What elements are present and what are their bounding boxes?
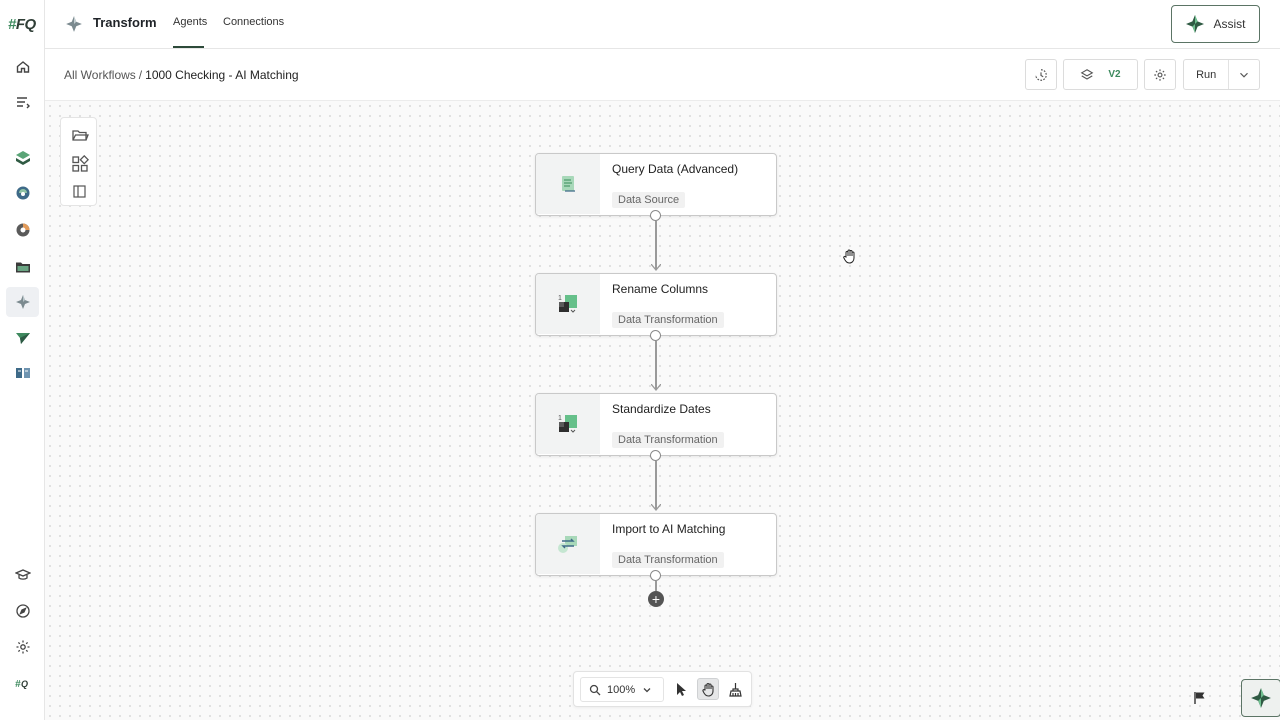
node-output-port[interactable] [650, 210, 661, 221]
version-button[interactable]: V2 [1063, 59, 1138, 90]
fq-logo[interactable]: #FQ [8, 16, 36, 33]
top-bar: Transform Agents Connections Assist [45, 0, 1280, 49]
fq-mini-logo-icon[interactable]: # Q [12, 672, 34, 694]
cleanup-tool-button[interactable] [724, 678, 746, 700]
add-node-button[interactable]: + [648, 591, 664, 607]
node-title: Import to AI Matching [612, 522, 726, 536]
tab-connections[interactable]: Connections [223, 16, 284, 28]
run-label: Run [1196, 68, 1217, 81]
run-options-dropdown[interactable] [1228, 60, 1259, 89]
svg-text:Q: Q [21, 679, 28, 689]
node-type-badge: Data Transformation [612, 312, 724, 328]
flag-icon [1194, 692, 1205, 704]
node-title: Query Data (Advanced) [612, 162, 739, 176]
workflow-node-import-ai-matching[interactable]: Import to AI Matching Data Transformatio… [535, 513, 777, 576]
tab-agents[interactable]: Agents [173, 16, 207, 28]
layers-icon [1080, 68, 1094, 80]
assist-label: Assist [1213, 17, 1246, 31]
workflow-node-rename-columns[interactable]: 1 Rename Columns Data Transformation [535, 273, 777, 336]
workflow-settings-button[interactable] [1144, 59, 1176, 90]
folder-open-icon[interactable] [70, 125, 89, 144]
compass-icon[interactable] [12, 600, 34, 622]
canvas-toolbar: 100% [573, 671, 752, 707]
book-icon[interactable] [12, 362, 34, 384]
active-tab-indicator [173, 46, 204, 48]
hand-icon [701, 682, 714, 697]
ledger-icon[interactable] [12, 147, 34, 169]
transform-app-icon [66, 16, 82, 32]
svg-text:1: 1 [558, 295, 562, 302]
chevron-down-icon [643, 687, 651, 692]
app-title: Transform [93, 15, 157, 30]
canvas-side-palette [60, 117, 97, 206]
connector-line [655, 221, 657, 269]
pointer-icon [676, 682, 686, 696]
history-button[interactable] [1025, 59, 1057, 90]
node-type-badge: Data Transformation [612, 432, 724, 448]
connector-line [655, 581, 657, 591]
workflow-header: All Workflows/1000 Checking - AI Matchin… [45, 49, 1280, 101]
connector-line [655, 461, 657, 509]
breadcrumb: All Workflows/1000 Checking - AI Matchin… [64, 68, 299, 82]
connector-arrow-icon [651, 264, 661, 271]
settings-icon[interactable] [12, 636, 34, 658]
connector-line [655, 341, 657, 389]
transform-table-icon: 1 [536, 274, 600, 334]
workflow-node-query-data[interactable]: Query Data (Advanced) Data Source [535, 153, 777, 216]
zoom-select[interactable]: 100% [580, 677, 664, 702]
node-type-badge: Data Source [612, 192, 686, 208]
connector-arrow-icon [651, 384, 661, 391]
analytics-icon[interactable] [12, 219, 34, 241]
import-sync-icon [536, 514, 600, 574]
reconcile-icon[interactable] [12, 182, 34, 204]
left-rail: #FQ # Q [0, 0, 45, 720]
zoom-level: 100% [607, 683, 636, 696]
svg-text:1: 1 [558, 415, 562, 422]
breadcrumb-current: 1000 Checking - AI Matching [145, 68, 299, 82]
breadcrumb-separator: / [138, 68, 143, 82]
breadcrumb-all-workflows[interactable]: All Workflows [64, 68, 136, 82]
node-title: Rename Columns [612, 282, 709, 296]
broom-icon [728, 682, 742, 697]
chevron-down-icon [1240, 72, 1249, 78]
node-output-port[interactable] [650, 330, 661, 341]
send-icon[interactable] [12, 327, 34, 349]
folder-icon[interactable] [12, 256, 34, 278]
transform-table-icon: 1 [536, 394, 600, 454]
sparkle-icon [1251, 688, 1271, 708]
workflow-node-standardize-dates[interactable]: 1 Standardize Dates Data Transformation [535, 393, 777, 456]
node-title: Standardize Dates [612, 402, 711, 416]
feedback-flag-button[interactable] [1190, 688, 1210, 708]
home-icon[interactable] [12, 56, 34, 78]
pan-tool-button[interactable] [697, 678, 719, 700]
history-icon [1035, 68, 1047, 81]
node-output-port[interactable] [650, 450, 661, 461]
logo-hash: # [8, 16, 16, 33]
run-button[interactable]: Run [1183, 59, 1260, 90]
collapse-panel-icon[interactable] [70, 182, 89, 201]
connector-arrow-icon [651, 504, 661, 511]
gear-icon [1154, 68, 1166, 81]
query-data-icon [536, 154, 600, 214]
magnifier-icon [589, 684, 601, 695]
select-tool-button[interactable] [670, 678, 692, 700]
workflow-canvas[interactable]: Query Data (Advanced) Data Source 1 Rena… [45, 101, 1280, 720]
node-type-badge: Data Transformation [612, 552, 724, 568]
version-label: V2 [1108, 69, 1121, 80]
assist-button[interactable]: Assist [1171, 5, 1260, 43]
floating-assist-button[interactable] [1241, 679, 1280, 717]
logo-text: FQ [15, 16, 36, 33]
hand-cursor-icon [843, 249, 855, 264]
sparkle-icon [1186, 15, 1205, 33]
academy-icon[interactable] [12, 564, 34, 586]
components-grid-icon[interactable] [70, 154, 89, 173]
transform-icon[interactable] [6, 287, 39, 317]
node-output-port[interactable] [650, 570, 661, 581]
list-icon[interactable] [12, 91, 34, 113]
